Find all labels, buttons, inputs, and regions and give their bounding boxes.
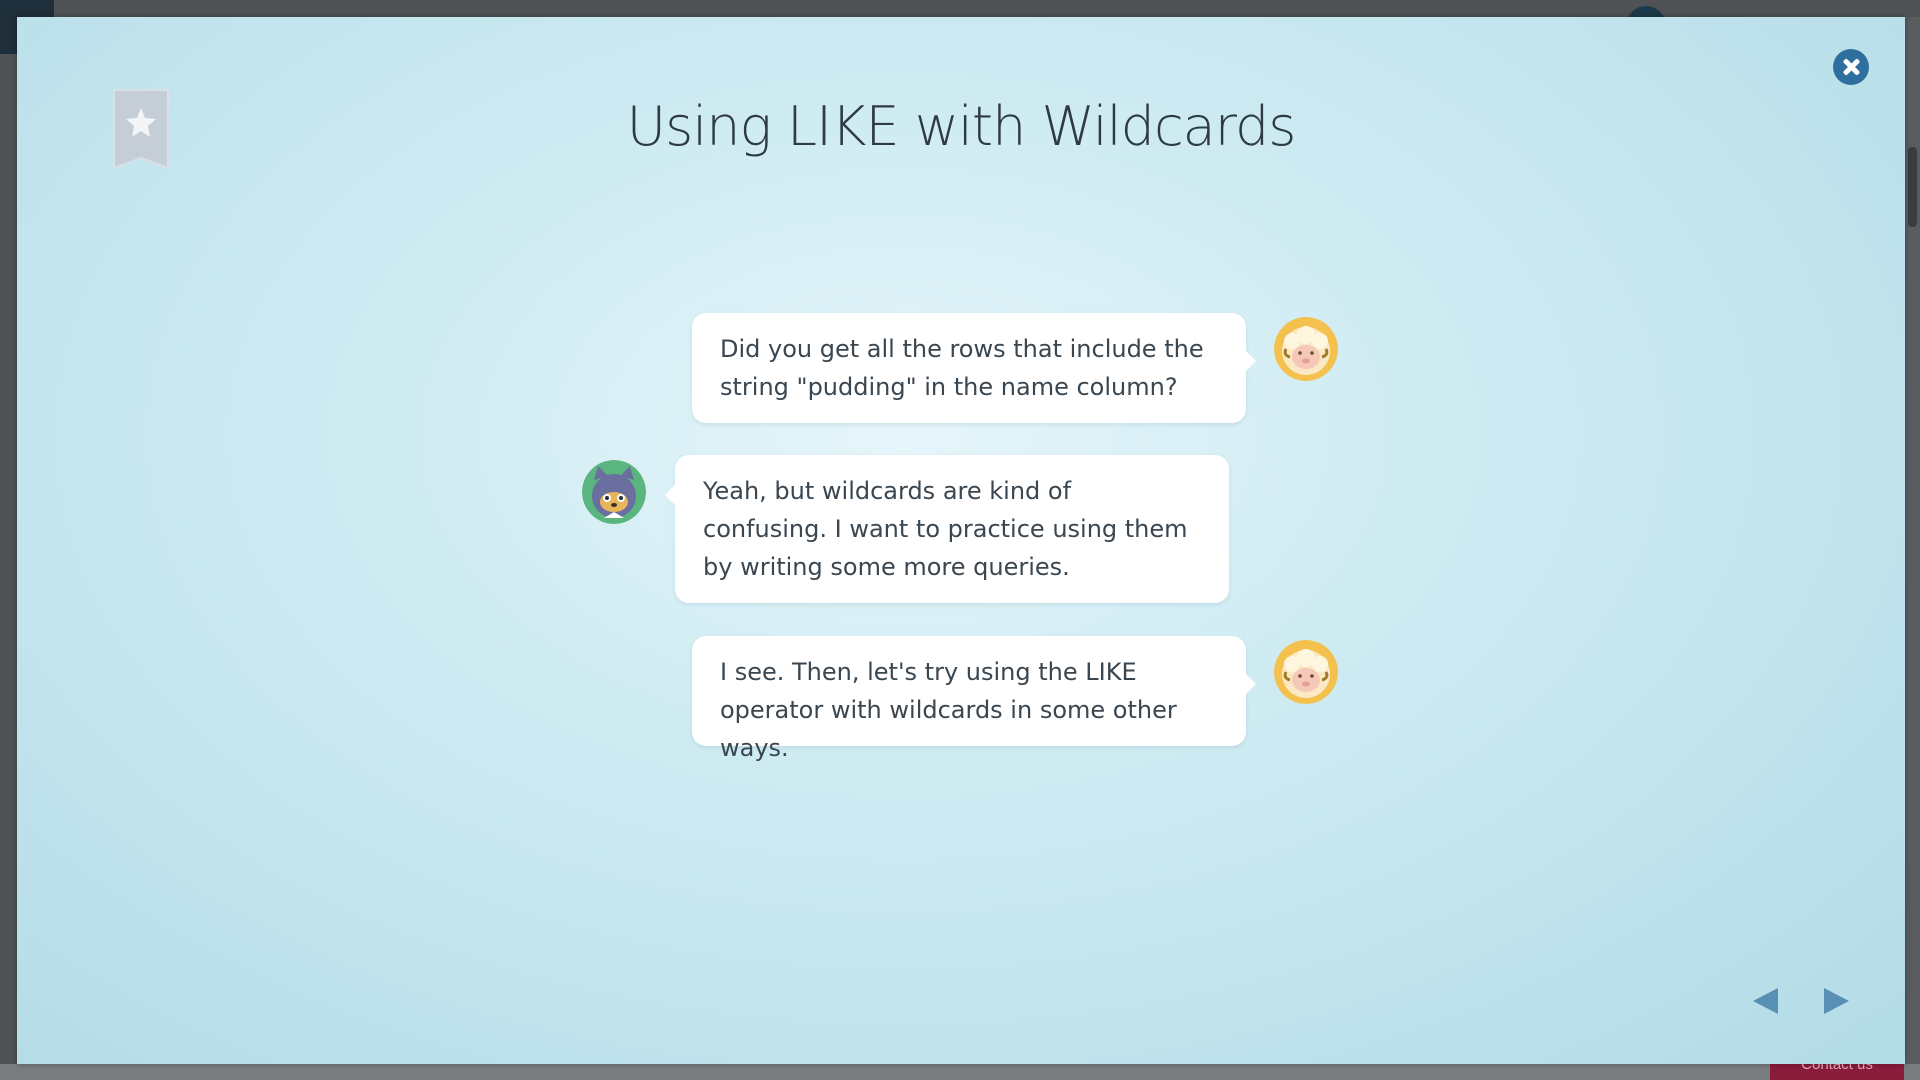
lesson-modal: Using LIKE with Wildcards Did you get al…	[17, 17, 1905, 1064]
sheep-avatar	[1274, 640, 1338, 704]
right-scrollbar[interactable]	[1905, 17, 1920, 1064]
triangle-left-icon	[1753, 988, 1778, 1014]
bottom-scrollbar	[0, 1064, 1920, 1080]
page-title: Using LIKE with Wildcards	[626, 95, 1297, 158]
chat-bubble-sheep: Did you get all the rows that include th…	[692, 313, 1256, 423]
scrollbar-thumb[interactable]	[1908, 147, 1917, 227]
next-button[interactable]	[1820, 985, 1852, 1017]
sheep-icon	[1274, 317, 1338, 381]
chat-bubble-cat: Yeah, but wildcards are kind of confusin…	[665, 455, 1229, 603]
sheep-avatar	[1274, 317, 1338, 381]
cat-icon	[582, 460, 646, 524]
cat-avatar	[582, 460, 646, 524]
triangle-right-icon	[1824, 988, 1849, 1014]
close-icon[interactable]	[1833, 49, 1869, 85]
previous-button[interactable]	[1750, 985, 1782, 1017]
sheep-icon	[1274, 640, 1338, 704]
chat-bubble-sheep: I see. Then, let's try using the LIKE op…	[692, 636, 1256, 762]
